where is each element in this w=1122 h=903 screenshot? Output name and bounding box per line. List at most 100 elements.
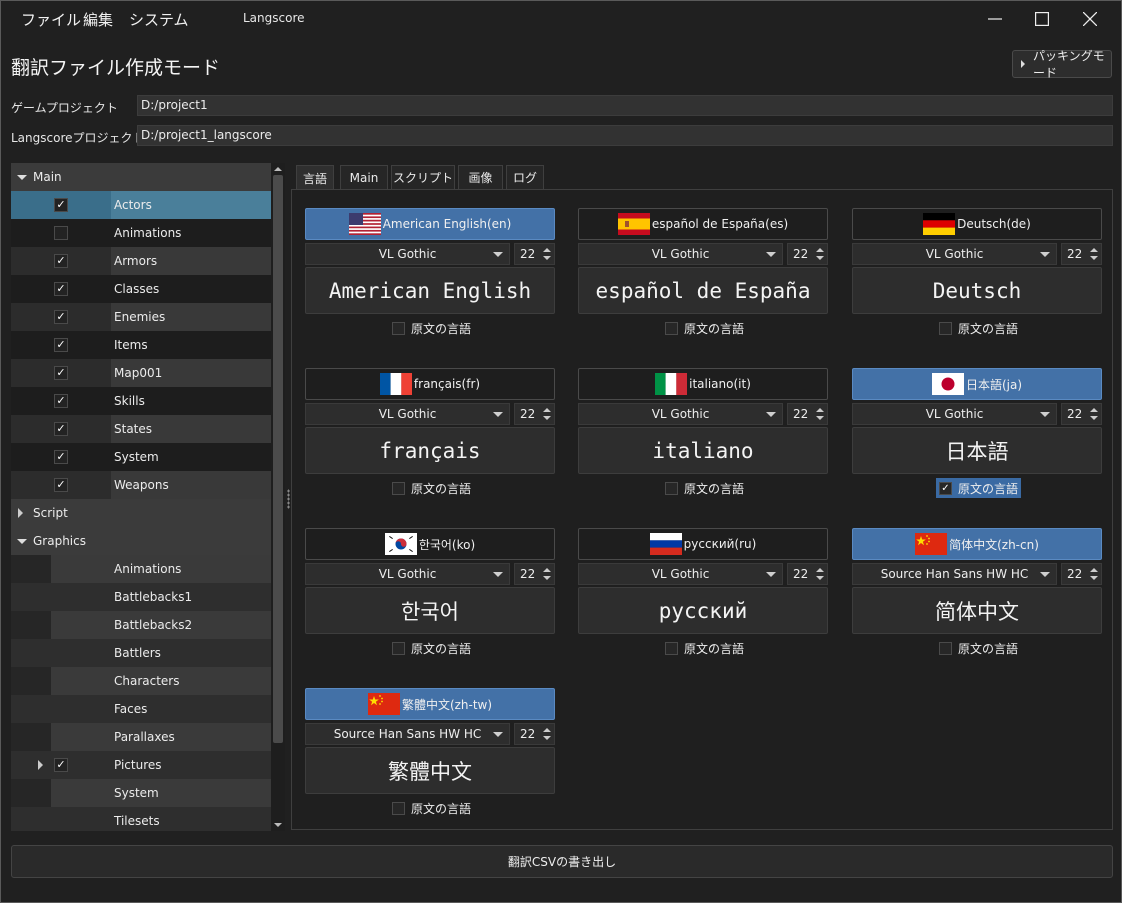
tree-item-checkbox[interactable]: ✓ (54, 422, 68, 436)
langscore-project-field[interactable]: D:/project1_langscore (137, 125, 1113, 146)
tree-item-checkbox[interactable]: ✓ (54, 198, 68, 212)
font-size-spinbox[interactable]: 22 (1061, 243, 1102, 265)
font-select[interactable]: VL Gothic (578, 403, 783, 425)
tab-3[interactable]: 画像 (458, 165, 503, 189)
spin-down-icon[interactable] (1090, 576, 1098, 580)
spin-up-icon[interactable] (816, 568, 824, 572)
spin-down-icon[interactable] (1090, 256, 1098, 260)
tree-item[interactable]: ✓ Pictures (11, 751, 271, 779)
tree-item-checkbox[interactable] (54, 226, 68, 240)
original-language-checkbox[interactable]: 原文の言語 (936, 638, 1021, 658)
checkbox-box[interactable]: ✓ (939, 481, 952, 495)
tree-item[interactable]: Battlebacks2 (11, 611, 271, 639)
tree-item-checkbox[interactable]: ✓ (54, 758, 68, 772)
checkbox-box[interactable] (939, 641, 952, 655)
spin-up-icon[interactable] (816, 248, 824, 252)
tree-category[interactable]: Graphics (11, 527, 271, 555)
menu-edit[interactable]: 編集 (83, 9, 113, 30)
spin-down-icon[interactable] (543, 416, 551, 420)
tab-2[interactable]: スクリプト (391, 165, 455, 189)
font-select[interactable]: VL Gothic (305, 563, 510, 585)
spin-down-icon[interactable] (543, 736, 551, 740)
expand-right-icon[interactable] (18, 508, 23, 518)
spin-down-icon[interactable] (1090, 416, 1098, 420)
scroll-up-icon[interactable] (271, 164, 285, 174)
tree-item[interactable]: ✓ Enemies (11, 303, 271, 331)
spin-down-icon[interactable] (816, 256, 824, 260)
close-button[interactable] (1070, 5, 1110, 33)
tree-item-checkbox[interactable]: ✓ (54, 478, 68, 492)
language-toggle-button[interactable]: 日本語(ja) (852, 368, 1102, 400)
font-select[interactable]: VL Gothic (578, 563, 783, 585)
tree-item[interactable]: Faces (11, 695, 271, 723)
tree-item-checkbox[interactable]: ✓ (54, 310, 68, 324)
spin-up-icon[interactable] (1090, 568, 1098, 572)
original-language-checkbox[interactable]: 原文の言語 (662, 478, 747, 498)
tree-item[interactable]: Tilesets (11, 807, 271, 831)
language-toggle-button[interactable]: 繁體中文(zh-tw) (305, 688, 555, 720)
tree-category[interactable]: Main (11, 163, 271, 191)
tree-item-checkbox[interactable]: ✓ (54, 366, 68, 380)
spin-down-icon[interactable] (816, 576, 824, 580)
spin-up-icon[interactable] (543, 408, 551, 412)
tree-item[interactable]: Parallaxes (11, 723, 271, 751)
tree-item[interactable]: Characters (11, 667, 271, 695)
spin-down-icon[interactable] (543, 256, 551, 260)
font-select[interactable]: VL Gothic (305, 403, 510, 425)
tab-4[interactable]: ログ (506, 165, 544, 189)
original-language-checkbox[interactable]: ✓ 原文の言語 (936, 478, 1022, 498)
original-language-checkbox[interactable]: 原文の言語 (389, 798, 474, 818)
font-size-spinbox[interactable]: 22 (514, 243, 555, 265)
maximize-button[interactable] (1022, 5, 1062, 33)
language-toggle-button[interactable]: Deutsch(de) (852, 208, 1102, 240)
menu-system[interactable]: システム (129, 9, 189, 30)
font-size-spinbox[interactable]: 22 (787, 403, 828, 425)
original-language-checkbox[interactable]: 原文の言語 (662, 318, 747, 338)
original-language-checkbox[interactable]: 原文の言語 (936, 318, 1021, 338)
checkbox-box[interactable] (665, 481, 678, 495)
tree-item[interactable]: ✓ Armors (11, 247, 271, 275)
tree-item-checkbox[interactable]: ✓ (54, 282, 68, 296)
tree-item-checkbox[interactable]: ✓ (54, 394, 68, 408)
font-size-spinbox[interactable]: 22 (787, 243, 828, 265)
tree-item[interactable]: ✓ Map001 (11, 359, 271, 387)
tree-item-checkbox[interactable]: ✓ (54, 338, 68, 352)
tree-item[interactable]: ✓ Actors (11, 191, 271, 219)
font-select[interactable]: VL Gothic (852, 243, 1057, 265)
tree-item[interactable]: ✓ System (11, 443, 271, 471)
font-select[interactable]: VL Gothic (852, 403, 1057, 425)
checkbox-box[interactable] (665, 321, 678, 335)
checkbox-box[interactable] (392, 481, 405, 495)
spin-up-icon[interactable] (1090, 408, 1098, 412)
font-select[interactable]: VL Gothic (305, 243, 510, 265)
spin-down-icon[interactable] (543, 576, 551, 580)
tree-item-checkbox[interactable]: ✓ (54, 254, 68, 268)
language-toggle-button[interactable]: español de España(es) (578, 208, 828, 240)
original-language-checkbox[interactable]: 原文の言語 (389, 638, 474, 658)
packing-mode-button[interactable]: パッキングモード (1012, 49, 1112, 80)
font-size-spinbox[interactable]: 22 (1061, 403, 1102, 425)
font-select[interactable]: Source Han Sans HW HC (305, 723, 510, 745)
spin-up-icon[interactable] (543, 248, 551, 252)
tree-item[interactable]: System (11, 779, 271, 807)
tree-item[interactable]: ✓ States (11, 415, 271, 443)
spin-up-icon[interactable] (1090, 248, 1098, 252)
tree-category[interactable]: Script (11, 499, 271, 527)
spin-up-icon[interactable] (816, 408, 824, 412)
checkbox-box[interactable] (392, 641, 405, 655)
tree-item-checkbox[interactable]: ✓ (54, 450, 68, 464)
tree-item[interactable]: Battlers (11, 639, 271, 667)
language-toggle-button[interactable]: italiano(it) (578, 368, 828, 400)
spin-up-icon[interactable] (543, 568, 551, 572)
scroll-down-icon[interactable] (271, 820, 285, 830)
checkbox-box[interactable] (392, 321, 405, 335)
language-toggle-button[interactable]: français(fr) (305, 368, 555, 400)
original-language-checkbox[interactable]: 原文の言語 (662, 638, 747, 658)
expand-down-icon[interactable] (17, 539, 27, 544)
export-csv-button[interactable]: 翻訳CSVの書き出し (11, 845, 1113, 878)
original-language-checkbox[interactable]: 原文の言語 (389, 318, 474, 338)
original-language-checkbox[interactable]: 原文の言語 (389, 478, 474, 498)
tree-scrollbar[interactable] (271, 163, 285, 831)
language-toggle-button[interactable]: American English(en) (305, 208, 555, 240)
language-toggle-button[interactable]: русский(ru) (578, 528, 828, 560)
